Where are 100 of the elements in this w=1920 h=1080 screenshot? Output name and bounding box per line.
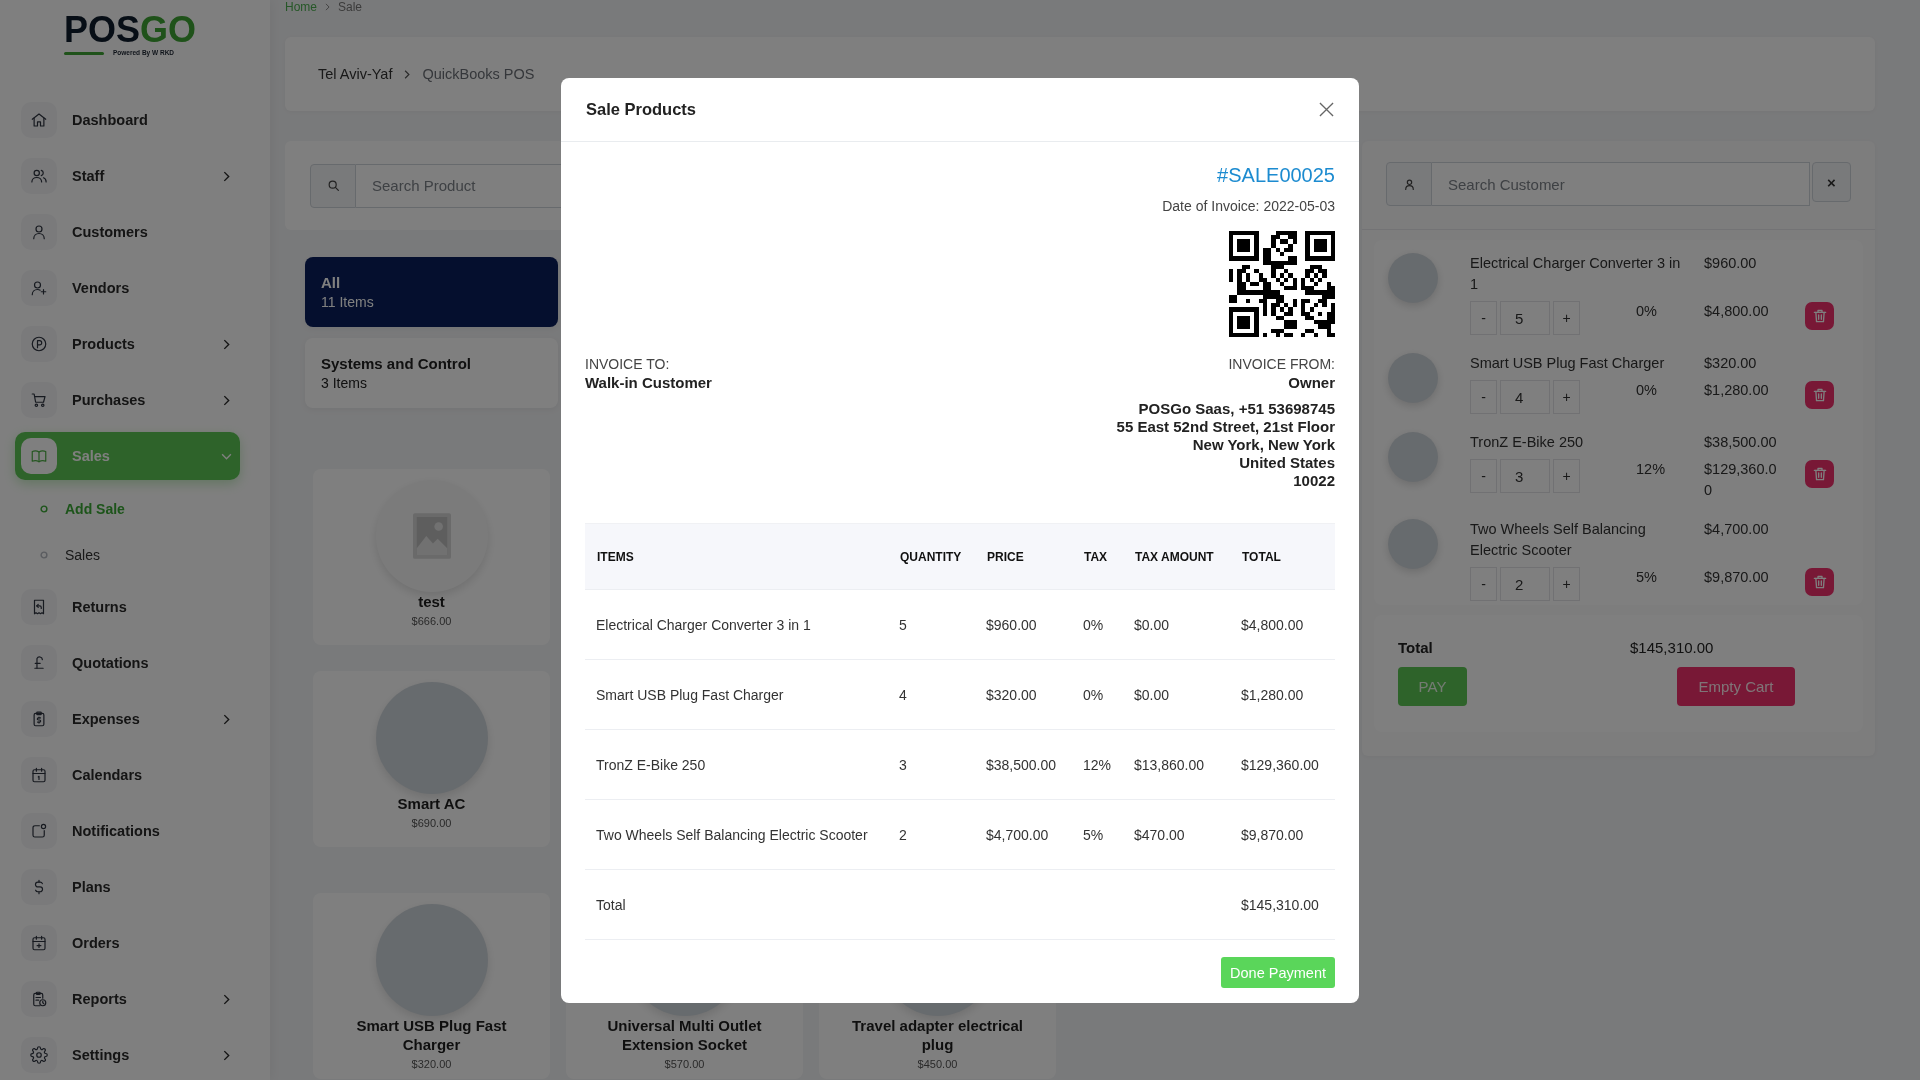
sender-name: Owner bbox=[1287, 374, 1335, 392]
delete-button[interactable] bbox=[1805, 381, 1834, 409]
chevron-right-icon bbox=[404, 69, 411, 79]
calendar-plus-icon bbox=[21, 925, 57, 961]
breadcrumb-current: Sale bbox=[338, 0, 363, 14]
sidebar-item[interactable]: Products bbox=[15, 320, 240, 368]
sidebar-item[interactable]: Reports bbox=[15, 975, 240, 1023]
sidebar-item[interactable]: Orders bbox=[15, 919, 240, 967]
decrease-button[interactable]: - bbox=[1470, 459, 1497, 493]
settings-icon bbox=[21, 1037, 57, 1073]
user-icon bbox=[21, 214, 57, 250]
sidebar-item[interactable]: Vendors bbox=[15, 264, 240, 312]
product-name: Electrical Charger Converter 3 in 1 bbox=[1470, 254, 1682, 294]
increase-button[interactable]: + bbox=[1553, 301, 1580, 335]
close-icon[interactable] bbox=[1319, 102, 1334, 117]
quantity-field[interactable]: 2 bbox=[1500, 567, 1550, 601]
invoice-date: Date of Invoice: 2022-05-03 bbox=[1162, 197, 1335, 216]
sidebar-item[interactable]: Calendars bbox=[15, 751, 240, 799]
quantity-field[interactable]: 5 bbox=[1500, 301, 1550, 335]
line-total: $9,870.00 bbox=[1704, 568, 1770, 587]
sidebar-item[interactable]: Notifications bbox=[15, 807, 240, 855]
calendar-icon bbox=[21, 757, 57, 793]
logo-wordmark: POSGO bbox=[64, 13, 197, 47]
invoice-to-label: INVOICE TO: bbox=[585, 356, 671, 372]
empty-cart-button[interactable]: Empty Cart bbox=[1677, 667, 1795, 706]
clear-button[interactable]: × bbox=[1812, 162, 1851, 202]
product-card[interactable]: test $666.00 bbox=[313, 469, 550, 645]
line-total: $129,360.00 bbox=[1704, 460, 1778, 500]
invoice-from-label: INVOICE FROM: bbox=[1227, 356, 1335, 372]
decrease-button[interactable]: - bbox=[1470, 301, 1497, 335]
dollar-icon bbox=[21, 869, 57, 905]
delete-button[interactable] bbox=[1805, 460, 1834, 488]
category-tab[interactable]: Systems and Control 3 Items bbox=[305, 338, 558, 408]
location-crumb[interactable]: Tel Aviv-Yaf bbox=[318, 66, 393, 82]
sidebar-item[interactable]: Customers bbox=[15, 208, 240, 256]
address-line: 10022 bbox=[1292, 472, 1335, 490]
chevron-right-icon bbox=[325, 3, 330, 11]
unit-price: $960.00 bbox=[1704, 254, 1758, 273]
ring-icon bbox=[40, 504, 48, 513]
users-icon bbox=[21, 158, 57, 194]
trash-icon bbox=[1811, 387, 1828, 403]
notification-icon bbox=[21, 813, 57, 849]
sidebar-item[interactable]: Expenses bbox=[15, 695, 240, 743]
total-label: Total bbox=[585, 869, 888, 940]
sidebar-item[interactable]: Quotations bbox=[15, 639, 240, 687]
submenu-item[interactable]: Sales bbox=[15, 534, 240, 575]
cart-icon bbox=[21, 382, 57, 418]
table-cell: Smart USB Plug Fast Charger bbox=[585, 659, 888, 730]
photo-placeholder bbox=[1388, 432, 1438, 482]
product-name: test bbox=[418, 592, 445, 611]
total-amount: $145,310.00 bbox=[1630, 639, 1714, 657]
home-icon bbox=[21, 102, 57, 138]
product-card[interactable]: Smart AC $690.00 bbox=[313, 671, 550, 847]
increase-button[interactable]: + bbox=[1553, 380, 1580, 414]
unit-price: $320.00 bbox=[1704, 354, 1758, 373]
product-card[interactable]: Smart USB Plug Fast Charger $320.00 bbox=[313, 893, 550, 1079]
quantity-field[interactable]: 4 bbox=[1500, 380, 1550, 414]
increase-button[interactable]: + bbox=[1553, 567, 1580, 601]
category-tab[interactable]: All 11 Items bbox=[305, 257, 558, 327]
table-cell: 12% bbox=[1072, 729, 1123, 800]
column-header: QUANTITY bbox=[888, 523, 975, 590]
photo-placeholder bbox=[1388, 519, 1438, 569]
sidebar-item[interactable]: Plans bbox=[15, 863, 240, 911]
delete-button[interactable] bbox=[1805, 302, 1834, 330]
submenu-item[interactable]: Add Sale bbox=[15, 488, 240, 529]
user-plus-icon bbox=[21, 270, 57, 306]
sidebar-item[interactable]: Purchases bbox=[15, 376, 240, 424]
increase-button[interactable]: + bbox=[1553, 459, 1580, 493]
trash-icon bbox=[1811, 466, 1828, 482]
location-crumb[interactable]: QuickBooks POS bbox=[422, 66, 535, 82]
photo-placeholder bbox=[1388, 253, 1438, 303]
decrease-button[interactable]: - bbox=[1470, 567, 1497, 601]
table-cell: 0% bbox=[1072, 659, 1123, 730]
sidebar-item[interactable]: Returns bbox=[15, 583, 240, 631]
sidebar-item[interactable]: Staff bbox=[15, 152, 240, 200]
product-price: $320.00 bbox=[411, 1058, 452, 1071]
column-header: TAX AMOUNT bbox=[1123, 523, 1230, 590]
address-line: POSGo Saas, +51 53698745 bbox=[1137, 400, 1335, 418]
table-cell: TronZ E-Bike 250 bbox=[585, 729, 888, 800]
sidebar-item[interactable]: Dashboard bbox=[15, 96, 240, 144]
quantity-field[interactable]: 3 bbox=[1500, 459, 1550, 493]
table-cell: $470.00 bbox=[1123, 799, 1230, 870]
product-name: Smart USB Plug Fast Charger bbox=[355, 1016, 508, 1054]
address-line: 55 East 52nd Street, 21st Floor bbox=[1116, 418, 1335, 436]
unit-price: $38,500.00 bbox=[1704, 433, 1778, 452]
table-cell: Two Wheels Self Balancing Electric Scooter bbox=[585, 799, 888, 870]
decrease-button[interactable]: - bbox=[1470, 380, 1497, 414]
pound-icon bbox=[21, 645, 57, 681]
product-name: Smart AC bbox=[397, 794, 466, 813]
clipboard-clock-icon bbox=[21, 981, 57, 1017]
ring-icon bbox=[40, 550, 48, 559]
sidebar-item[interactable]: Settings bbox=[15, 1031, 240, 1079]
table-cell: $1,280.00 bbox=[1230, 659, 1335, 730]
table-cell: $320.00 bbox=[975, 659, 1072, 730]
table-cell: $38,500.00 bbox=[975, 729, 1072, 800]
search-field[interactable]: Search Customer bbox=[1432, 162, 1810, 206]
table-cell: $129,360.00 bbox=[1230, 729, 1335, 800]
table-cell: 3 bbox=[888, 729, 975, 800]
tax-rate: 12% bbox=[1636, 460, 1666, 479]
delete-button[interactable] bbox=[1805, 568, 1834, 596]
